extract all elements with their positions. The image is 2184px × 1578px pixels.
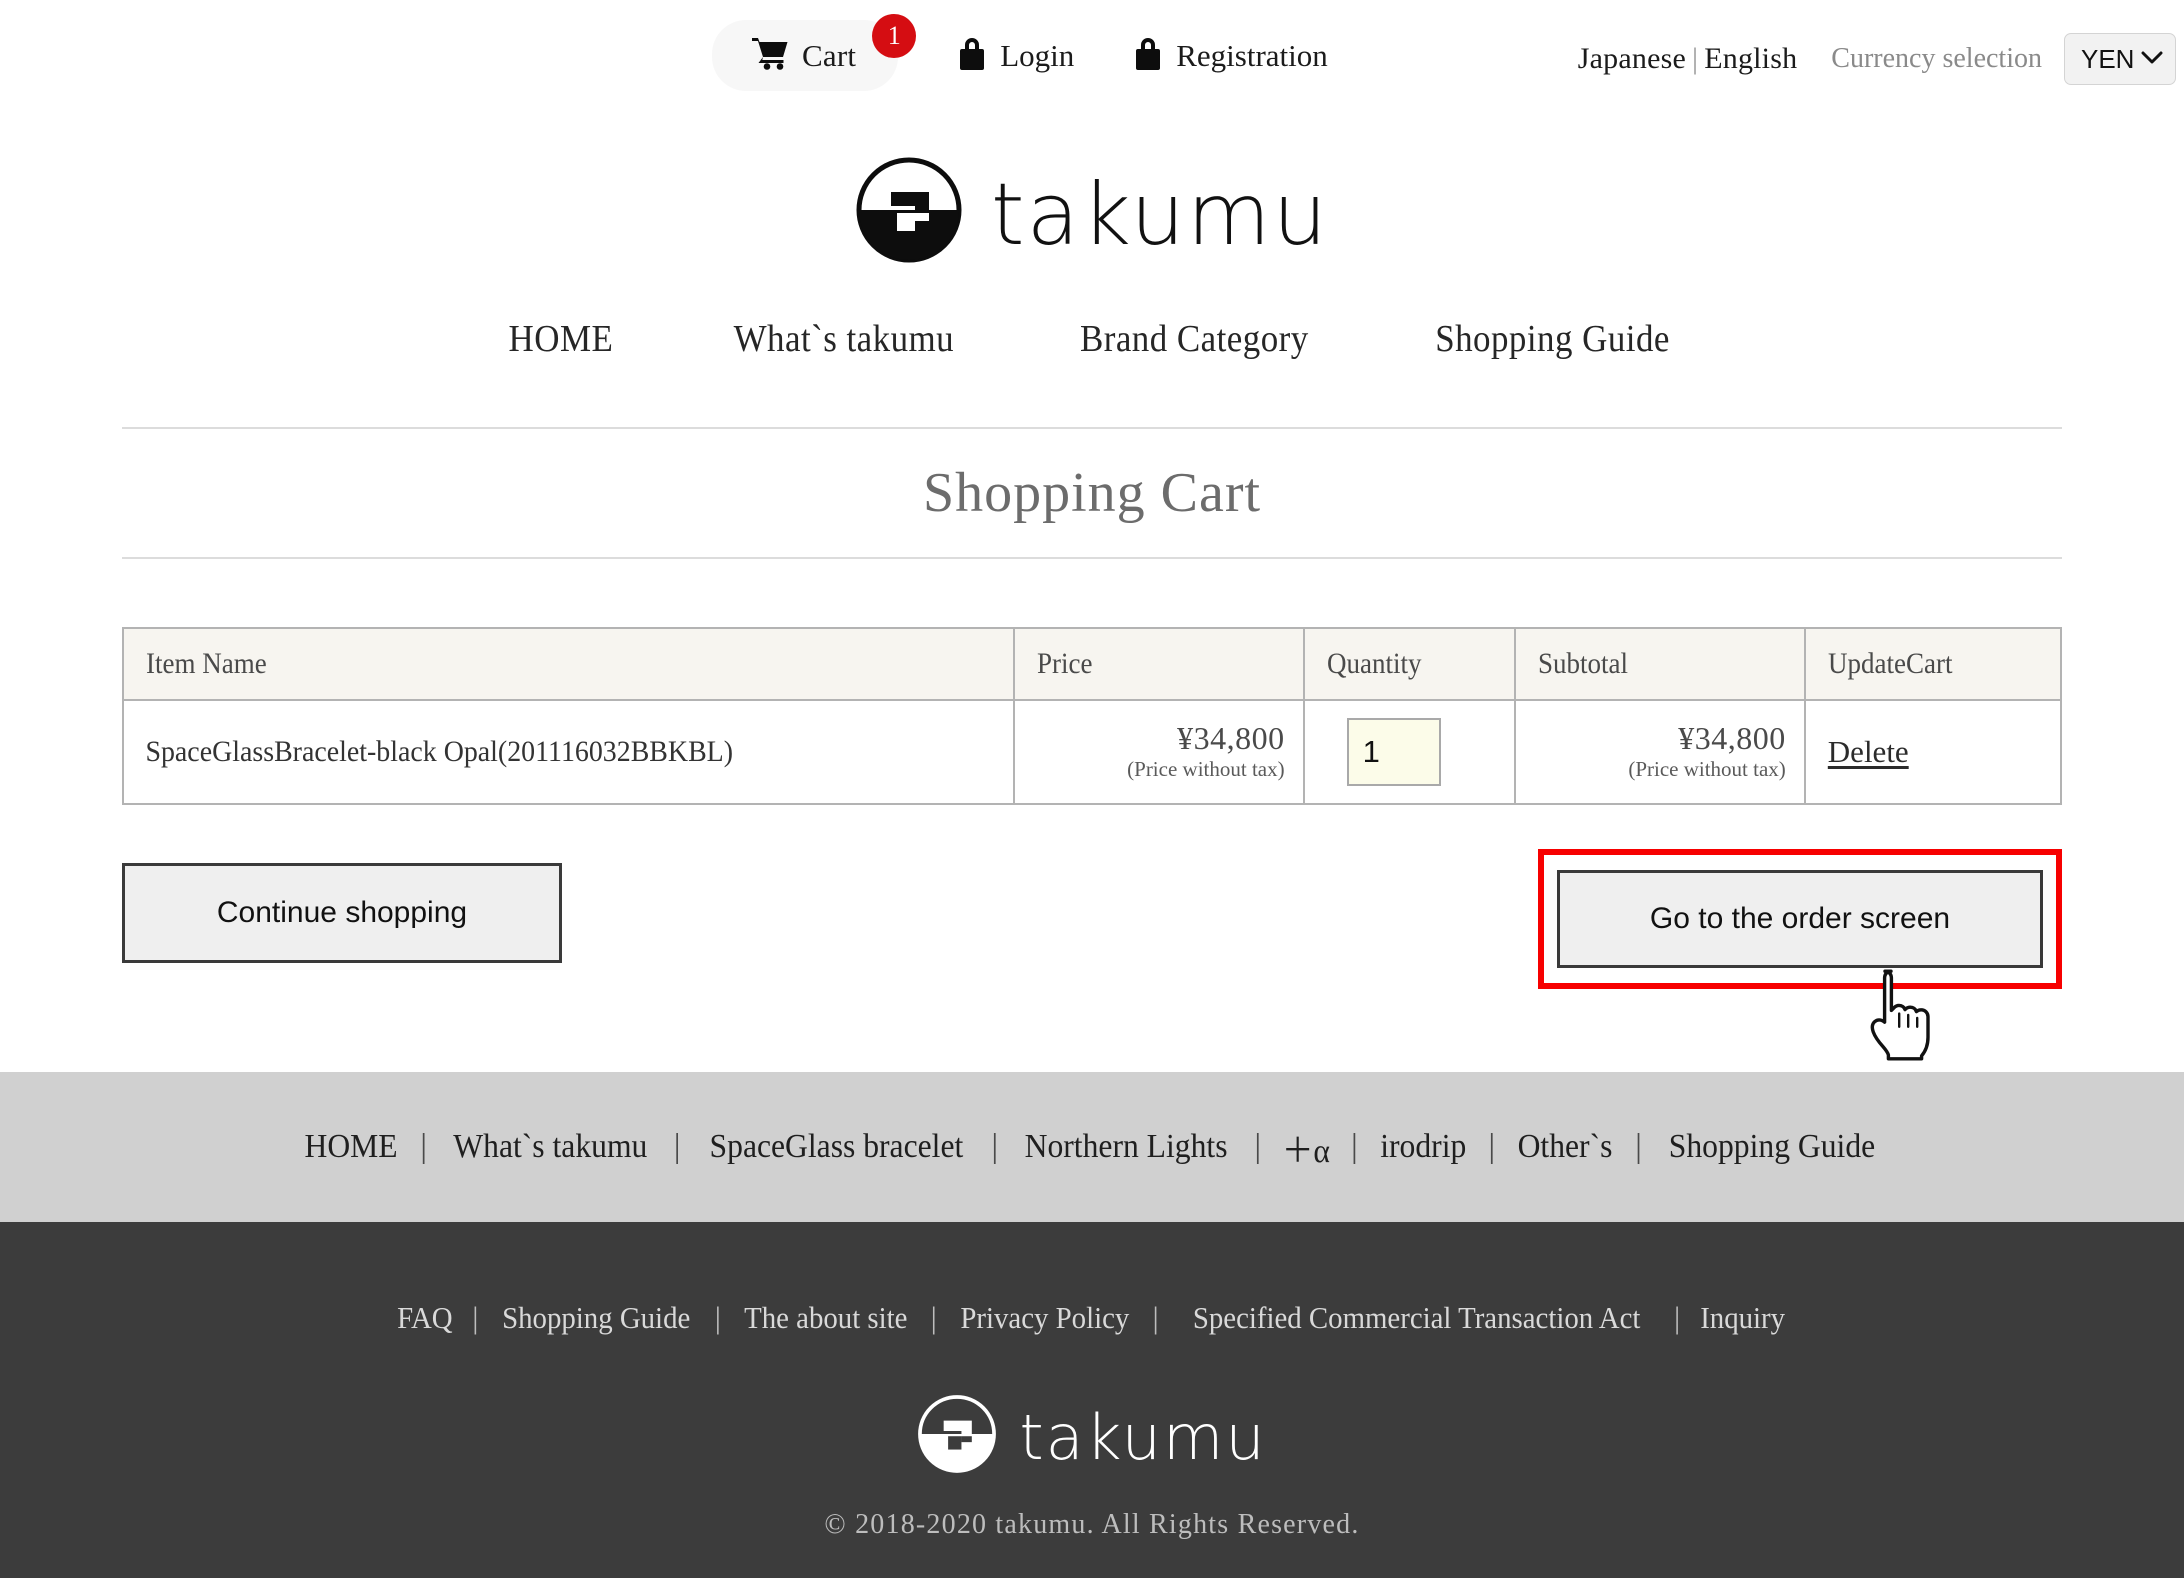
- column-header-quantity: Quantity: [1302, 626, 1517, 701]
- order-button-highlight: Go to the order screen: [1538, 848, 2062, 989]
- nav-separator: |: [1350, 1128, 1358, 1165]
- cart-button[interactable]: Cart 1: [712, 14, 917, 91]
- footer-nav-item-irodrip[interactable]: irodrip: [1366, 1128, 1480, 1166]
- footer-link-shopping-guide[interactable]: Shopping Guide: [491, 1300, 702, 1336]
- column-header-item-name: Item Name: [121, 626, 1016, 701]
- lock-icon: [1132, 33, 1164, 79]
- language-japanese[interactable]: Japanese: [1578, 42, 1686, 75]
- footer-separator: |: [714, 1300, 722, 1335]
- language-separator: |: [1692, 42, 1699, 75]
- column-header-updatecart: UpdateCart: [1803, 626, 2063, 701]
- page-title: Shopping Cart: [922, 462, 1262, 524]
- footer-nav-item-plus-alpha[interactable]: ＋α: [1268, 1123, 1344, 1172]
- header-label: Quantity: [1326, 646, 1422, 680]
- footer-link-privacy-policy[interactable]: Privacy Policy: [949, 1300, 1140, 1336]
- language-english[interactable]: English: [1704, 42, 1797, 75]
- secondary-footer-nav: HOME | What`s takumu | SpaceGlass bracel…: [0, 1072, 2184, 1222]
- login-link[interactable]: Login: [956, 33, 1074, 79]
- price-tax-note: (Price without tax): [1127, 757, 1285, 782]
- utility-left-group: Cart 1 Login Registration: [712, 14, 1328, 91]
- footer-link-faq[interactable]: FAQ: [386, 1300, 464, 1336]
- nav-separator: |: [1635, 1128, 1642, 1165]
- cart-label: Cart: [802, 37, 857, 73]
- utility-bar: Cart 1 Login Registration Japanese | Eng…: [0, 0, 2184, 110]
- footer-nav-item-whats-takumu[interactable]: What`s takumu: [439, 1128, 661, 1166]
- footer-nav-item-others[interactable]: Other`s: [1504, 1128, 1627, 1166]
- footer-link-inquiry[interactable]: Inquiry: [1689, 1300, 1796, 1336]
- header-label: Item Name: [146, 646, 267, 680]
- nav-separator: |: [1254, 1128, 1262, 1165]
- login-label: Login: [1000, 37, 1075, 73]
- column-header-price: Price: [1013, 626, 1305, 701]
- price-value: ¥34,800: [1177, 720, 1285, 757]
- cell-quantity: [1302, 698, 1517, 805]
- footer-nav-item-shopping-guide[interactable]: Shopping Guide: [1655, 1128, 1889, 1166]
- site-footer: FAQ | Shopping Guide | The about site | …: [0, 1222, 2184, 1578]
- nav-separator: |: [673, 1128, 681, 1165]
- cell-price: ¥34,800 (Price without tax): [1013, 698, 1305, 805]
- takumu-circle-logo-icon: [855, 156, 963, 269]
- currency-select[interactable]: YEN: [2064, 33, 2176, 85]
- cart-count-badge: 1: [872, 14, 917, 58]
- nav-separator: |: [1488, 1128, 1496, 1165]
- cart-table-head: Item Name Price Quantity Subtotal Update…: [121, 626, 2063, 701]
- footer-logo[interactable]: takumu: [0, 1394, 2184, 1479]
- utility-right-group: Japanese | English Currency selection YEN: [1578, 33, 2176, 85]
- go-to-order-screen-button[interactable]: Go to the order screen: [1557, 869, 2043, 968]
- nav-item-whats-takumu[interactable]: What`s takumu: [685, 317, 1003, 361]
- site-logo[interactable]: takumu: [0, 156, 2184, 269]
- logo-wordmark: takumu: [990, 164, 1330, 265]
- nav-separator: |: [420, 1128, 428, 1165]
- footer-link-the-about-site[interactable]: The about site: [733, 1300, 919, 1336]
- footer-separator: |: [472, 1300, 479, 1335]
- header-label: UpdateCart: [1827, 646, 1953, 680]
- registration-link[interactable]: Registration: [1132, 33, 1328, 79]
- footer-links: FAQ | Shopping Guide | The about site | …: [0, 1300, 2184, 1336]
- delete-link[interactable]: Delete: [1828, 734, 1909, 769]
- footer-nav-item-home[interactable]: HOME: [291, 1128, 412, 1166]
- table-header-row: Item Name Price Quantity Subtotal Update…: [121, 626, 2063, 701]
- footer-separator: |: [930, 1300, 937, 1335]
- lock-icon: [956, 33, 988, 79]
- currency-selection-label: Currency selection: [1831, 43, 2042, 74]
- cell-updatecart: Delete: [1803, 698, 2063, 805]
- subtotal-value: ¥34,800: [1678, 720, 1786, 757]
- footer-nav-item-spaceglass-bracelet[interactable]: SpaceGlass bracelet: [695, 1128, 977, 1166]
- nav-separator: |: [991, 1128, 999, 1165]
- chevron-down-icon: [2141, 50, 2163, 69]
- registration-label: Registration: [1176, 37, 1328, 73]
- item-name-text: SpaceGlassBracelet-black Opal(201116032B…: [145, 734, 734, 768]
- table-row: SpaceGlassBracelet-black Opal(201116032B…: [121, 698, 2063, 805]
- continue-shopping-button[interactable]: Continue shopping: [122, 862, 562, 963]
- copyright-text: © 2018-2020 takumu. All Rights Reserved.: [824, 1509, 1360, 1540]
- language-switch: Japanese | English: [1578, 42, 1798, 76]
- column-header-subtotal: Subtotal: [1514, 626, 1806, 701]
- nav-item-shopping-guide[interactable]: Shopping Guide: [1386, 317, 1718, 361]
- header-label: Price: [1037, 646, 1093, 680]
- footer-nav-item-northern-lights[interactable]: Northern Lights: [1011, 1128, 1242, 1166]
- nav-item-brand-category[interactable]: Brand Category: [1031, 317, 1357, 361]
- content-area: Shopping Cart: [122, 427, 2062, 559]
- cell-item-name: SpaceGlassBracelet-black Opal(201116032B…: [121, 698, 1016, 805]
- header-label: Subtotal: [1538, 646, 1629, 680]
- currency-value: YEN: [2081, 43, 2135, 74]
- cart-actions: Continue shopping Go to the order screen: [122, 848, 2062, 1061]
- cart-table-body: SpaceGlassBracelet-black Opal(201116032B…: [121, 698, 2063, 805]
- main-navigation: HOME What`s takumu Brand Category Shoppi…: [0, 317, 2184, 361]
- cell-subtotal: ¥34,800 (Price without tax): [1514, 698, 1806, 805]
- takumu-circle-logo-icon: [917, 1394, 997, 1479]
- footer-logo-wordmark: takumu: [1019, 1401, 1267, 1474]
- nav-item-home[interactable]: HOME: [460, 317, 662, 361]
- footer-link-specified-commercial-transaction-act[interactable]: Specified Commercial Transaction Act: [1181, 1300, 1651, 1336]
- page-title-block: Shopping Cart: [122, 427, 2062, 559]
- subtotal-tax-note: (Price without tax): [1628, 757, 1786, 782]
- footer-separator: |: [1152, 1300, 1159, 1335]
- shopping-cart-icon: [752, 36, 790, 75]
- quantity-input[interactable]: [1346, 717, 1441, 786]
- cart-table: Item Name Price Quantity Subtotal Update…: [121, 626, 2063, 805]
- footer-separator: |: [1674, 1300, 1681, 1335]
- secondary-footer-nav-list: HOME | What`s takumu | SpaceGlass bracel…: [286, 1123, 1898, 1172]
